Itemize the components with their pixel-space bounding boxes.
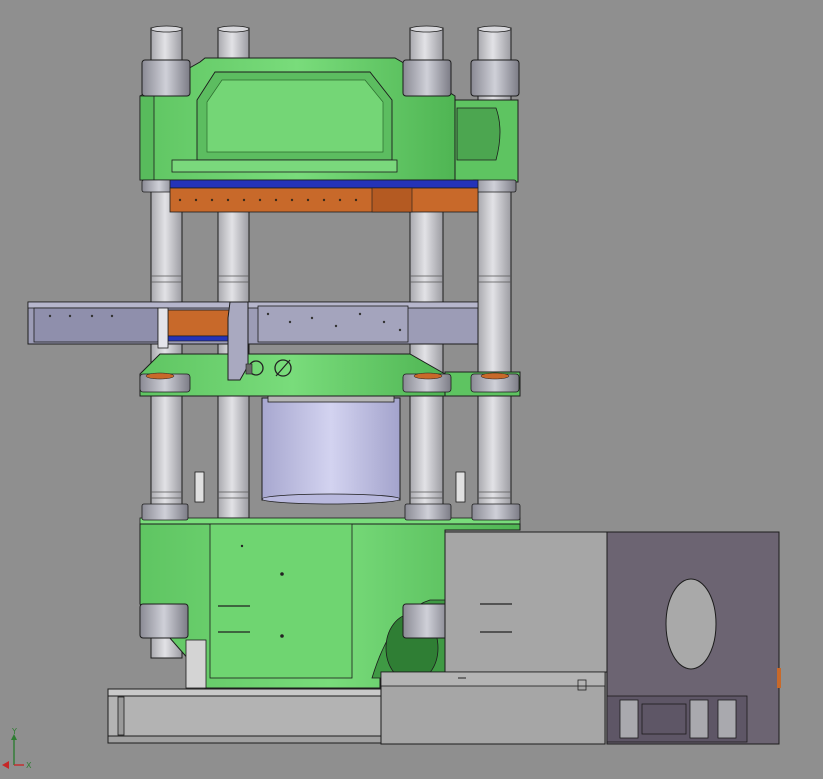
upper-crosshead: [139, 57, 519, 183]
platen-bolt-hole: [178, 198, 182, 202]
tray-bolt-hole: [382, 320, 386, 324]
moving-platen: [139, 353, 521, 397]
tray-bolt-hole: [68, 314, 72, 318]
base-rail: [107, 688, 389, 744]
tray-bolt-hole: [288, 320, 292, 324]
tray-bolt-hole: [334, 324, 338, 328]
platen-bolt-hole: [306, 198, 310, 202]
tray-bolt-hole: [310, 316, 314, 320]
tray-bolt-hole: [90, 314, 94, 318]
platen-bolt-hole: [226, 198, 230, 202]
tray-bolt-hole: [48, 314, 52, 318]
upper-heating-platen: [169, 179, 479, 213]
platen-bolt-hole: [290, 198, 294, 202]
platen-bolt-hole: [258, 198, 262, 202]
platen-bolt-hole: [194, 198, 198, 202]
tray-bolt-hole: [398, 328, 402, 332]
hydraulic-cylinder: [261, 393, 401, 505]
tray-bolt-hole: [110, 314, 114, 318]
axis-y-label: Y: [11, 727, 17, 736]
platen-bolt-hole: [210, 198, 214, 202]
tray-bolt-hole: [266, 312, 270, 316]
axis-x-label: X: [26, 761, 32, 770]
cad-viewport[interactable]: Y X: [0, 0, 823, 779]
tray-bolt-hole: [358, 312, 362, 316]
press-model-drawing: Y X: [2, 25, 781, 770]
platen-bolt-hole: [242, 198, 246, 202]
platen-bolt-hole: [274, 198, 278, 202]
platen-bolt-hole: [338, 198, 342, 202]
platen-bolt-hole: [322, 198, 326, 202]
platen-bolt-hole: [354, 198, 358, 202]
axis-triad: Y X: [2, 727, 32, 770]
